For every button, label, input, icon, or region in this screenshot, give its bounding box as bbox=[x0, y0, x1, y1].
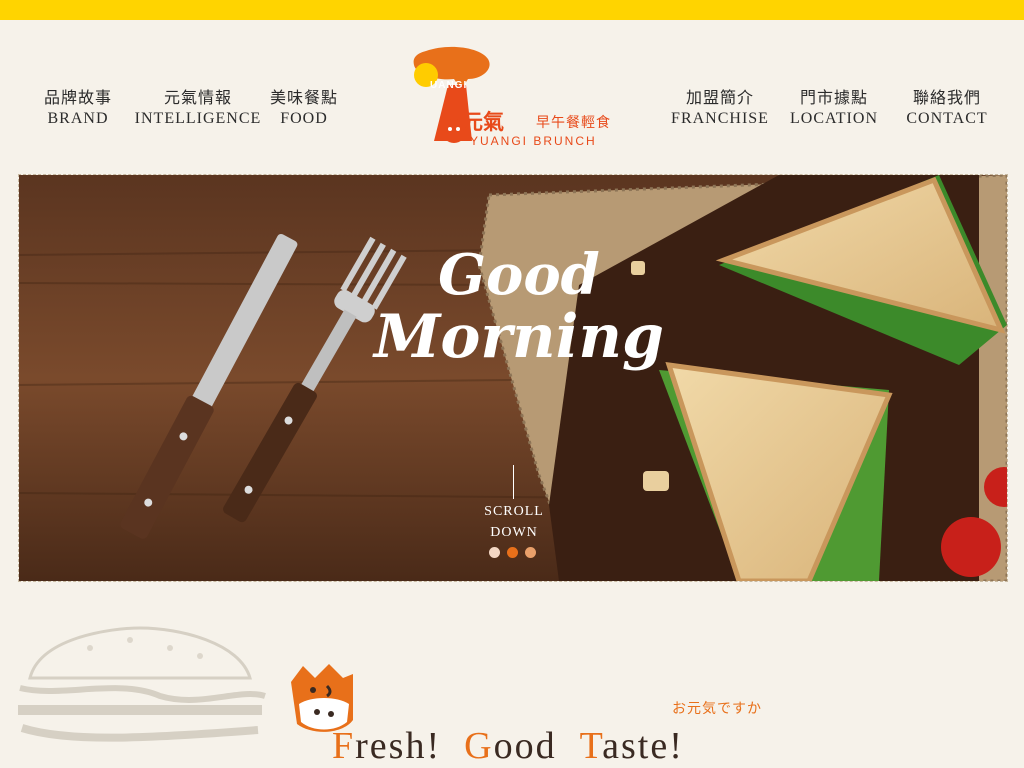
carousel-dot-3[interactable] bbox=[525, 547, 536, 558]
nav-item-label-en: BRAND bbox=[47, 110, 109, 127]
hero-banner: Good Morning SCROLL DOWN bbox=[18, 174, 1008, 582]
nav-item-label-en: FOOD bbox=[280, 110, 328, 127]
nav-item-label-zh: 品牌故事 bbox=[43, 88, 112, 107]
headline-word-2: ood bbox=[493, 725, 557, 767]
nav-item-label-zh: 元氣情報 bbox=[163, 88, 232, 107]
intro-headline: Fresh! Good Taste! bbox=[332, 724, 684, 768]
scroll-indicator-line bbox=[513, 465, 514, 499]
nav-item-contact[interactable]: 聯絡我們 CONTACT bbox=[900, 84, 994, 128]
nav-item-label-en: CONTACT bbox=[906, 110, 988, 127]
nav-item-label-zh: 聯絡我們 bbox=[912, 88, 981, 107]
carousel-dot-1[interactable] bbox=[489, 547, 500, 558]
nav-item-label-zh: 門市據點 bbox=[799, 88, 868, 107]
headline-cap-3: T bbox=[579, 725, 603, 767]
nav-item-brand[interactable]: 品牌故事 BRAND bbox=[38, 84, 118, 128]
intro-section: お元気ですか Fresh! Good Taste! bbox=[0, 600, 1024, 768]
hero-title-line2: Morning bbox=[373, 302, 665, 372]
nav-item-label-zh: 加盟簡介 bbox=[685, 88, 754, 107]
scroll-label-2: DOWN bbox=[490, 525, 538, 540]
nav-item-label-en: INTELLIGENCE bbox=[134, 110, 262, 127]
nav-item-location[interactable]: 門市據點 LOCATION bbox=[784, 84, 884, 128]
logo-uangi-text: UANGI bbox=[430, 80, 468, 91]
logo-name-en: YUANGI BRUNCH bbox=[470, 134, 597, 148]
top-accent-bar bbox=[0, 0, 1024, 20]
headline-word-1: resh! bbox=[355, 725, 442, 767]
logo-name-zh: 元氣 bbox=[462, 110, 504, 134]
carousel-dot-2[interactable] bbox=[507, 547, 518, 558]
headline-cap-2: G bbox=[464, 725, 494, 767]
nav-item-label-en: FRANCHISE bbox=[671, 110, 769, 127]
intro-jp-text: お元気ですか bbox=[672, 701, 762, 717]
headline-word-3: aste! bbox=[602, 725, 684, 767]
carousel-dots bbox=[489, 547, 549, 559]
nav-item-franchise[interactable]: 加盟簡介 FRANCHISE bbox=[666, 84, 774, 128]
nav-item-intelligence[interactable]: 元氣情報 INTELLIGENCE bbox=[132, 84, 264, 128]
scroll-down-button[interactable]: SCROLL DOWN bbox=[459, 501, 569, 543]
burger-illustration-icon bbox=[18, 626, 266, 742]
nav-item-label-en: LOCATION bbox=[790, 110, 878, 127]
headline-cap-1: F bbox=[332, 725, 356, 767]
hero-title-line1: Good bbox=[438, 242, 600, 308]
hero-headline: Good Morning bbox=[369, 245, 669, 369]
nav-item-food[interactable]: 美味餐點 FOOD bbox=[266, 84, 342, 128]
logo-sub-zh: 早午餐輕食 bbox=[536, 115, 611, 131]
nav-item-label-zh: 美味餐點 bbox=[269, 88, 338, 107]
scroll-label-1: SCROLL bbox=[484, 504, 544, 519]
